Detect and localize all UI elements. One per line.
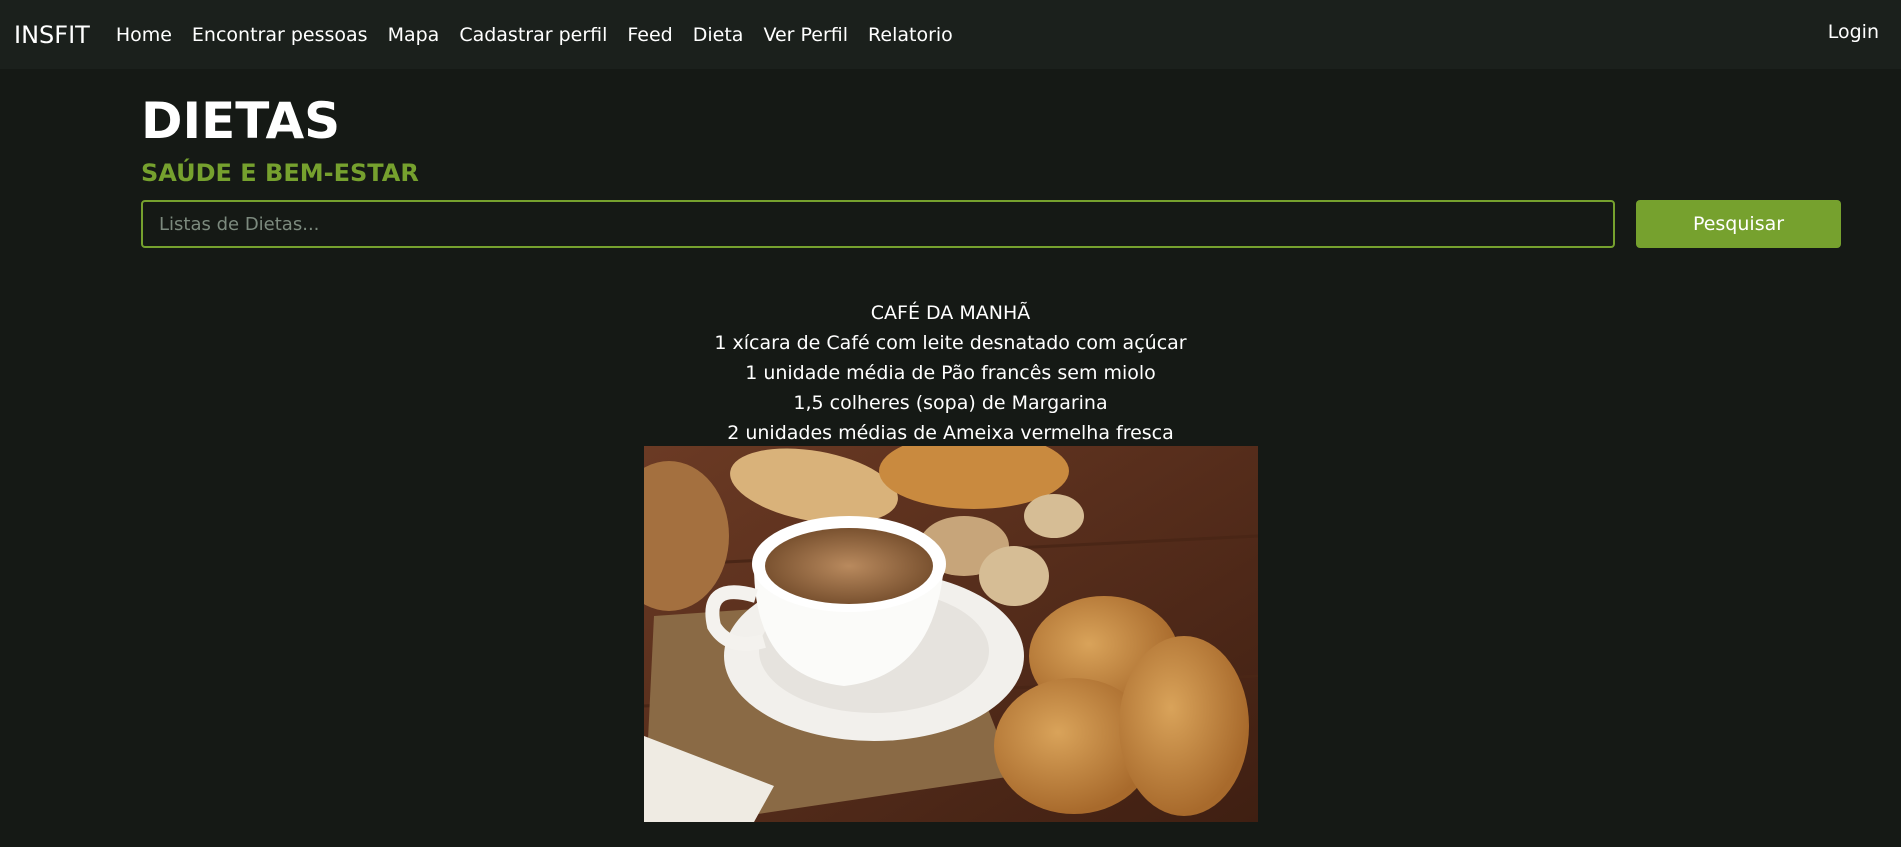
nav-encontrar-pessoas[interactable]: Encontrar pessoas (192, 24, 368, 46)
nav-dieta[interactable]: Dieta (693, 24, 744, 46)
page-title: DIETAS (141, 92, 341, 150)
search-button[interactable]: Pesquisar (1636, 200, 1841, 248)
nav-ver-perfil[interactable]: Ver Perfil (763, 24, 848, 46)
breakfast-photo (644, 446, 1258, 822)
brand-logo[interactable]: INSFIT (14, 21, 90, 49)
meal-section: CAFÉ DA MANHÃ 1 xícara de Café com leite… (0, 298, 1901, 448)
meal-title: CAFÉ DA MANHÃ (870, 302, 1031, 324)
nav-relatorio[interactable]: Relatorio (868, 24, 953, 46)
breakfast-photo-illustration (644, 446, 1258, 822)
nav-home[interactable]: Home (116, 24, 172, 46)
nav-mapa[interactable]: Mapa (388, 24, 440, 46)
nav-feed[interactable]: Feed (627, 24, 672, 46)
top-navbar: INSFIT Home Encontrar pessoas Mapa Cadas… (0, 0, 1901, 69)
meal-item: 1 unidade média de Pão francês sem miolo (745, 362, 1156, 384)
login-link[interactable]: Login (1828, 21, 1879, 43)
page-subtitle: SAÚDE E BEM-ESTAR (141, 159, 419, 187)
meal-item: 1 xícara de Café com leite desnatado com… (714, 332, 1187, 354)
meal-item: 2 unidades médias de Ameixa vermelha fre… (727, 422, 1174, 444)
meal-item: 1,5 colheres (sopa) de Margarina (793, 392, 1108, 414)
diet-search-input[interactable] (141, 200, 1615, 248)
nav-cadastrar-perfil[interactable]: Cadastrar perfil (459, 24, 607, 46)
